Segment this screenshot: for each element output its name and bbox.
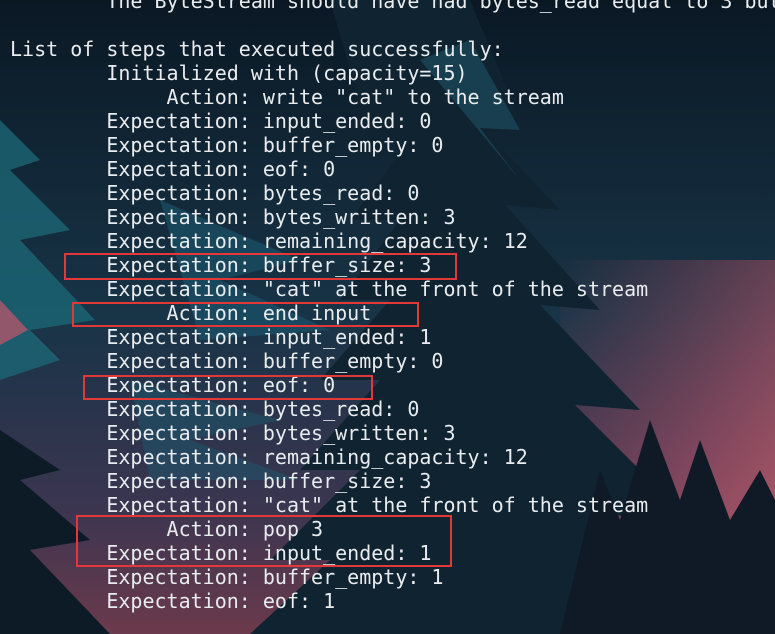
terminal-line: Expectation: buffer_empty: 0 [10,133,444,157]
terminal-line: Expectation: remaining_capacity: 12 [10,445,528,469]
terminal-line: Expectation: buffer_empty: 0 [10,349,444,373]
terminal-line: Expectation: input_ended: 0 [10,109,432,133]
terminal-line: Initialized with (capacity=15) [10,61,468,85]
terminal-window[interactable]: The ByteStream should have had bytes_rea… [0,0,775,634]
highlight-box-buffer-size [64,253,457,280]
terminal-line: Expectation: eof: 0 [10,157,336,181]
terminal-line: Expectation: remaining_capacity: 12 [10,229,528,253]
terminal-line: Expectation: input_ended: 1 [10,325,432,349]
terminal-line: The ByteStream should have had bytes_rea… [10,0,775,13]
highlight-box-pop-input-ended [76,515,452,567]
terminal-line: Expectation: buffer_size: 3 [10,469,432,493]
highlight-box-end-input [72,302,419,327]
terminal-line: Expectation: bytes_read: 0 [10,397,420,421]
terminal-line: Expectation: bytes_read: 0 [10,181,420,205]
highlight-box-eof [83,375,373,400]
terminal-line: Expectation: eof: 1 [10,589,336,613]
terminal-line: Expectation: "cat" at the front of the s… [10,493,649,517]
terminal-line: Expectation: bytes_written: 3 [10,205,456,229]
terminal-line: Expectation: buffer_empty: 1 [10,565,444,589]
terminal-line: Expectation: bytes_written: 3 [10,421,456,445]
terminal-line: Expectation: "cat" at the front of the s… [10,277,649,301]
terminal-line: List of steps that executed successfully… [10,37,504,61]
terminal-line: Action: write "cat" to the stream [10,85,564,109]
